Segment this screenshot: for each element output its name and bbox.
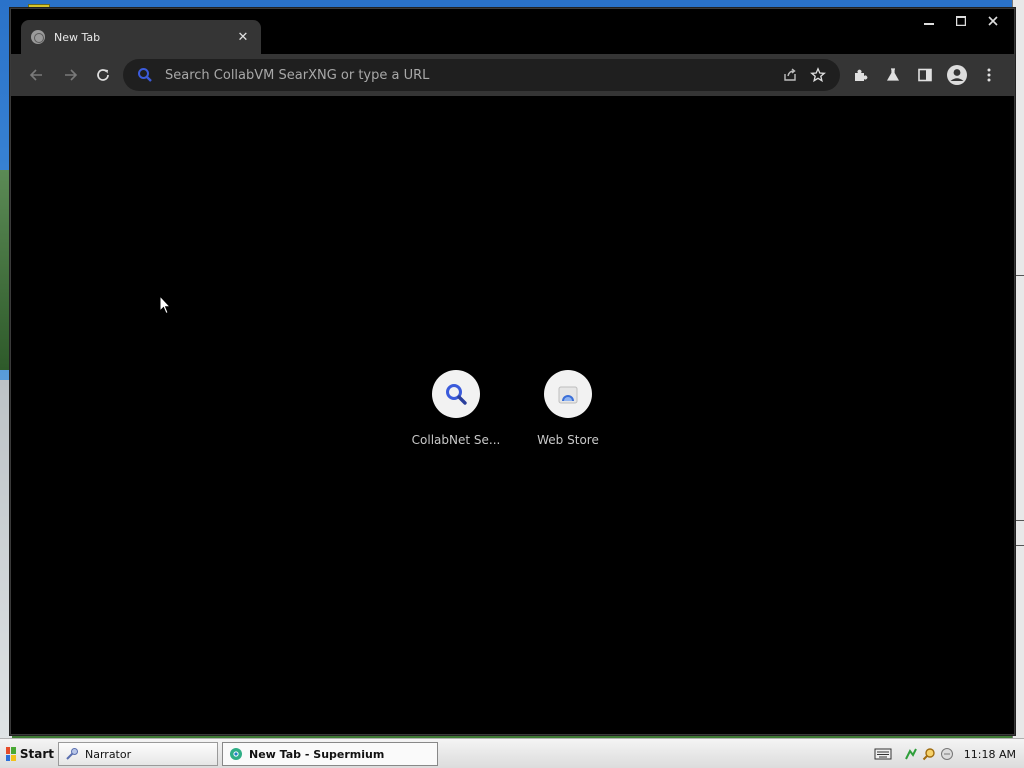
shortcut-tile (432, 370, 480, 418)
minimize-icon (924, 23, 934, 25)
task-label: New Tab - Supermium (249, 747, 385, 761)
windows-logo-icon (6, 747, 16, 761)
labs-flask-icon[interactable] (877, 59, 909, 91)
more-menu-icon[interactable] (973, 59, 1005, 91)
search-icon (446, 384, 467, 405)
shortcut-label: Web Store (537, 433, 599, 447)
system-tray: 11:18 AM (866, 742, 1024, 766)
side-panel-icon[interactable] (909, 59, 941, 91)
bookmark-star-icon[interactable] (804, 61, 832, 89)
magnifier-icon[interactable] (922, 747, 936, 761)
arrow-left-icon (29, 69, 42, 81)
tab-title: New Tab (54, 30, 101, 44)
close-window-button[interactable] (978, 11, 1008, 31)
volume-icon[interactable] (940, 747, 954, 761)
extensions-icon[interactable] (845, 59, 877, 91)
tab-close-button[interactable]: ✕ (235, 30, 251, 45)
window-controls (914, 11, 1008, 31)
new-tab-page: CollabNet Se... Web Store (11, 96, 1014, 734)
keyboard-icon[interactable] (874, 747, 892, 761)
maximize-button[interactable] (946, 11, 976, 31)
network-icon[interactable] (904, 747, 918, 761)
tab-new-tab[interactable]: New Tab ✕ (21, 20, 261, 54)
taskbar: Start Narrator New Tab - Supermium 11:18… (0, 738, 1024, 768)
browser-toolbar (11, 54, 1014, 96)
taskbar-item-narrator[interactable]: Narrator (58, 742, 218, 766)
search-icon (131, 61, 159, 89)
narrator-icon (66, 748, 78, 760)
forward-button[interactable] (54, 59, 86, 91)
reload-icon (97, 69, 109, 81)
browser-window: New Tab ✕ Search CollabVM SearXNG or typ… (10, 8, 1015, 735)
shortcut-tile (544, 370, 592, 418)
share-icon[interactable] (776, 61, 804, 89)
maximize-icon (956, 16, 966, 26)
task-label: Narrator (85, 747, 132, 761)
omnibox[interactable] (123, 59, 840, 91)
start-button[interactable]: Start (2, 742, 54, 766)
back-button[interactable] (21, 59, 53, 91)
minimize-button[interactable] (914, 11, 944, 31)
taskbar-item-browser[interactable]: New Tab - Supermium (222, 742, 438, 766)
web-store-icon (558, 386, 578, 404)
shortcut-web-store[interactable]: Web Store (512, 370, 624, 447)
arrow-right-icon (65, 69, 78, 81)
toolbar-actions (845, 59, 1005, 91)
title-bar: New Tab ✕ (11, 9, 1014, 54)
start-label: Start (19, 747, 54, 761)
clock[interactable]: 11:18 AM (964, 748, 1016, 761)
close-icon (988, 16, 998, 26)
shortcut-label: CollabNet Se... (411, 433, 501, 447)
address-input[interactable] (165, 67, 776, 83)
browser-icon (230, 748, 242, 760)
reload-button[interactable] (87, 59, 119, 91)
profile-avatar-icon[interactable] (941, 59, 973, 91)
globe-icon (31, 30, 45, 44)
mouse-pointer-icon (159, 295, 171, 315)
shortcut-collabnet-search[interactable]: CollabNet Se... (400, 370, 512, 447)
